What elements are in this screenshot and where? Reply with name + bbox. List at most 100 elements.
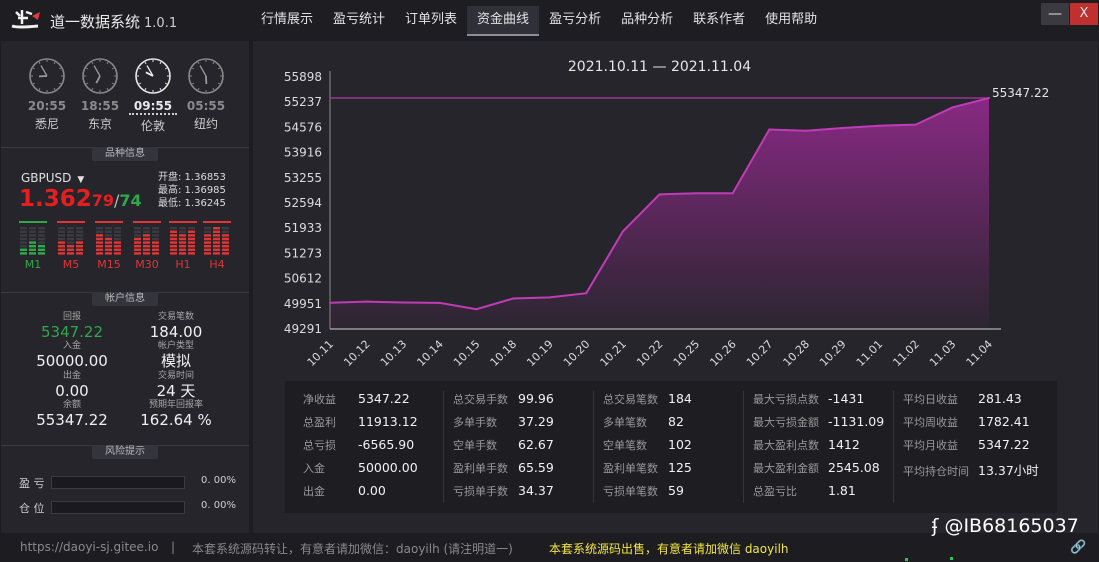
equity-point — [988, 97, 990, 100]
equity-point — [731, 192, 734, 195]
symbol-select[interactable]: GBPUSD ▼ — [21, 171, 84, 185]
balance-cell: 余额 55347.22 — [17, 400, 127, 429]
chart-title: 2021.10.11 — 2021.11.04 — [568, 59, 751, 75]
stats-column: 最大亏损点数 -1431 最大亏损金额 -1131.09 最大盈利点数 1412 最大盈利金… — [753, 391, 903, 506]
x-tick-label: 10.21 — [598, 338, 629, 369]
stat-label: 平均日收益 — [903, 393, 958, 406]
tab-6[interactable]: 联系作者 — [683, 6, 755, 36]
column-divider — [593, 391, 594, 503]
balance-label: 余额 — [62, 400, 81, 410]
timeframe-m1[interactable]: M1 — [19, 221, 47, 271]
timeframe-m5[interactable]: M5 — [57, 221, 85, 271]
balance-value: 55347.22 — [36, 411, 108, 429]
timeframe-bars-icon — [57, 221, 85, 255]
clock-icon — [188, 58, 224, 94]
clock-icon — [29, 58, 65, 94]
x-tick-label: 10.11 — [305, 338, 336, 369]
stat-value: 5347.22 — [358, 391, 410, 406]
stat-value: -1131.09 — [828, 414, 885, 429]
stat-label: 入金 — [303, 462, 325, 475]
high-price: 最高: 1.36985 — [158, 185, 226, 196]
status-bar: https://daoyi-sj.gitee.io | 本套系统源码转让，有意者… — [0, 537, 1099, 562]
stat-row: 总盈亏比 1.81 — [753, 483, 903, 506]
stat-row: 净收益 5347.22 — [303, 391, 453, 414]
watermark-icon: ʄ — [932, 515, 939, 537]
x-tick-label: 10.18 — [488, 338, 519, 369]
stat-row: 平均月收益 5347.22 — [903, 437, 1053, 460]
equity-point — [365, 300, 368, 303]
equity-point — [768, 128, 771, 131]
stat-value: 11913.12 — [358, 414, 418, 429]
x-tick-label: 10.20 — [561, 338, 592, 369]
profit-cell: 回报 5347.22 — [17, 312, 127, 341]
stat-value: 0.00 — [358, 483, 386, 498]
profit-value: 5347.22 — [40, 323, 104, 341]
clock-3: 05:55 纽约 — [182, 57, 230, 132]
timeframe-m30[interactable]: M30 — [133, 221, 161, 271]
tab-3[interactable]: 资金曲线 — [467, 6, 540, 36]
stat-row: 最大盈利金额 2545.08 — [753, 460, 903, 483]
symbol-section-header: 品种信息 — [1, 147, 249, 161]
stat-row: 盈利单手数 65.59 — [453, 460, 603, 483]
title-bar: 道一数据系统 1.0.1 行情展示 盈亏统计 订单列表 资金曲线 盈亏分析 品种分析 联系作者… — [0, 0, 1099, 40]
equity-point — [914, 123, 917, 126]
stat-row: 出金 0.00 — [303, 483, 453, 506]
account-type-cell: 帐户类型 模拟 — [121, 341, 231, 370]
risk-label: 仓 位 — [19, 502, 45, 515]
clock-city: 伦敦 — [140, 119, 165, 133]
stat-label: 总交易手数 — [453, 393, 508, 406]
minimize-button[interactable]: — — [1041, 3, 1069, 25]
clock-city: 悉尼 — [34, 117, 59, 131]
trade-time-label: 交易时间 — [157, 371, 194, 381]
x-tick-label: 10.26 — [707, 338, 738, 369]
clock-time: 05:55 — [186, 99, 226, 113]
x-tick-label: 10.28 — [781, 338, 812, 369]
timeframe-m15[interactable]: M15 — [95, 221, 123, 271]
equity-point — [329, 301, 331, 304]
world-clocks: 20:55 悉尼 18:55 东京 09:55 伦敦 05:55 纽约 — [1, 41, 249, 145]
watermark: ʄ @IB68165037 — [932, 515, 1079, 537]
x-tick-label: 10.25 — [671, 338, 702, 369]
tab-0[interactable]: 行情展示 — [251, 6, 323, 36]
status-dot — [950, 557, 953, 560]
x-tick-label: 10.19 — [524, 338, 555, 369]
stat-label: 多单手数 — [453, 416, 497, 429]
stat-label: 空单手数 — [453, 439, 497, 452]
watermark-text: @IB68165037 — [944, 515, 1079, 537]
stat-value: 1412 — [828, 437, 860, 452]
timeframe-bars-icon — [169, 221, 197, 255]
risk-section-header: 风险提示 — [1, 445, 249, 459]
status-separator: | — [171, 540, 176, 554]
clock-1: 18:55 东京 — [76, 57, 124, 132]
stat-label: 净收益 — [303, 393, 336, 406]
stat-row: 盈利单笔数 125 — [603, 460, 753, 483]
symbol-header-label: 品种信息 — [92, 147, 158, 161]
stat-value: 2545.08 — [828, 460, 880, 475]
x-tick-label: 10.13 — [378, 338, 409, 369]
timeframe-h1[interactable]: H1 — [169, 221, 197, 271]
x-tick-label: 10.15 — [451, 338, 482, 369]
stat-value: 5347.22 — [978, 437, 1030, 452]
repo-link[interactable]: https://daoyi-sj.gitee.io — [20, 540, 158, 554]
stat-value: 82 — [668, 414, 684, 429]
x-tick-label: 10.29 — [817, 338, 848, 369]
timeframe-label: H4 — [209, 258, 225, 271]
dropdown-arrow-icon: ▼ — [77, 175, 85, 185]
stat-value: 99.96 — [518, 391, 554, 406]
stat-value: 1782.41 — [978, 414, 1030, 429]
stat-row: 空单手数 62.67 — [453, 437, 603, 460]
tab-2[interactable]: 订单列表 — [395, 6, 467, 36]
clock-city: 东京 — [87, 117, 112, 131]
timeframe-bars-icon — [95, 221, 123, 255]
stat-row: 平均持仓时间 13.37小时 — [903, 460, 1053, 483]
tab-7[interactable]: 使用帮助 — [755, 6, 827, 36]
stats-column: 平均日收益 281.43 平均周收益 1782.41 平均月收益 5347.22 平均持仓时… — [903, 391, 1053, 483]
link-icon[interactable]: 🔗 — [1070, 540, 1086, 555]
withdraw-label: 出金 — [62, 371, 81, 381]
tab-1[interactable]: 盈亏统计 — [323, 6, 395, 36]
tab-4[interactable]: 盈亏分析 — [539, 6, 611, 36]
tab-5[interactable]: 品种分析 — [611, 6, 683, 36]
close-button[interactable]: X — [1070, 3, 1098, 25]
timeframe-h4[interactable]: H4 — [203, 221, 231, 271]
stat-row: 总亏损 -6565.90 — [303, 437, 453, 460]
